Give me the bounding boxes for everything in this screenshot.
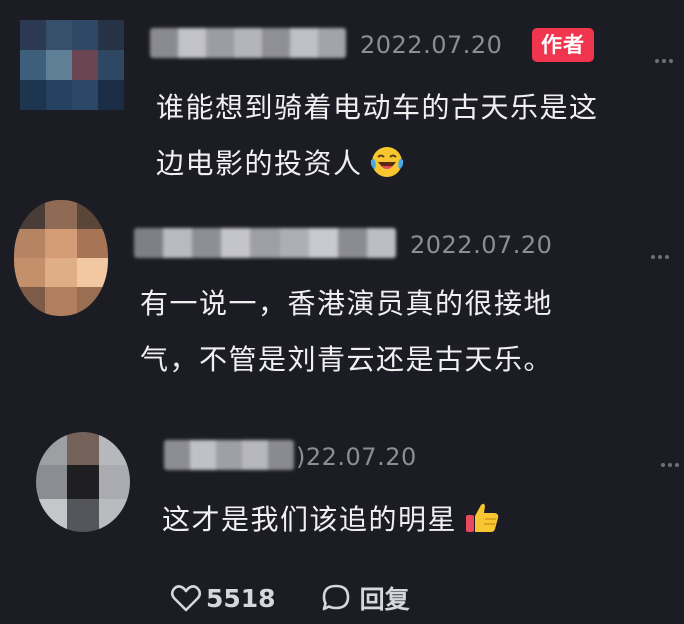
username-blurred[interactable]	[150, 28, 346, 58]
comment-text: 谁能想到骑着电动车的古天乐是这 边电影的投资人	[156, 80, 599, 198]
like-button[interactable]: 5518	[170, 583, 276, 613]
comment-text-line: 谁能想到骑着电动车的古天乐是这	[156, 91, 599, 124]
comment-date: 2022.07.20	[410, 231, 553, 259]
avatar[interactable]	[36, 432, 130, 532]
more-dots-icon[interactable]	[661, 462, 679, 468]
like-count: 5518	[206, 583, 276, 613]
laughing-tears-emoji-icon	[369, 142, 405, 198]
author-badge: 作者	[532, 28, 594, 62]
username-blurred[interactable]	[164, 440, 294, 470]
comment-date: 2022.07.20	[360, 31, 503, 59]
comment-text: 这才是我们该追的明星	[162, 492, 501, 554]
more-dots-icon[interactable]	[651, 254, 669, 260]
username-blurred[interactable]	[134, 228, 396, 258]
avatar[interactable]	[14, 200, 108, 316]
comment-text-line: 有一说一，香港演员真的很接地	[140, 287, 554, 320]
comment-text-line: 边电影的投资人	[156, 147, 363, 180]
comment-text: 有一说一，香港演员真的很接地 气，不管是刘青云还是古天乐。	[140, 276, 553, 388]
comment-thread: 2022.07.20 作者 谁能想到骑着电动车的古天乐是这 边电影的投资人 20…	[0, 0, 684, 624]
speech-bubble-icon	[320, 582, 352, 614]
comment-text-line: 气，不管是刘青云还是古天乐。	[140, 343, 554, 376]
avatar[interactable]	[20, 20, 124, 110]
comment-date: )22.07.20	[296, 443, 417, 471]
heart-outline-icon	[170, 583, 202, 613]
thumbs-up-emoji-icon	[463, 498, 501, 554]
reply-label: 回复	[359, 585, 410, 614]
reply-button[interactable]: 回复	[320, 580, 410, 616]
more-dots-icon[interactable]	[655, 58, 673, 64]
comment-actions: 5518 回复	[170, 578, 410, 618]
comment-text-line: 这才是我们该追的明星	[162, 503, 458, 536]
